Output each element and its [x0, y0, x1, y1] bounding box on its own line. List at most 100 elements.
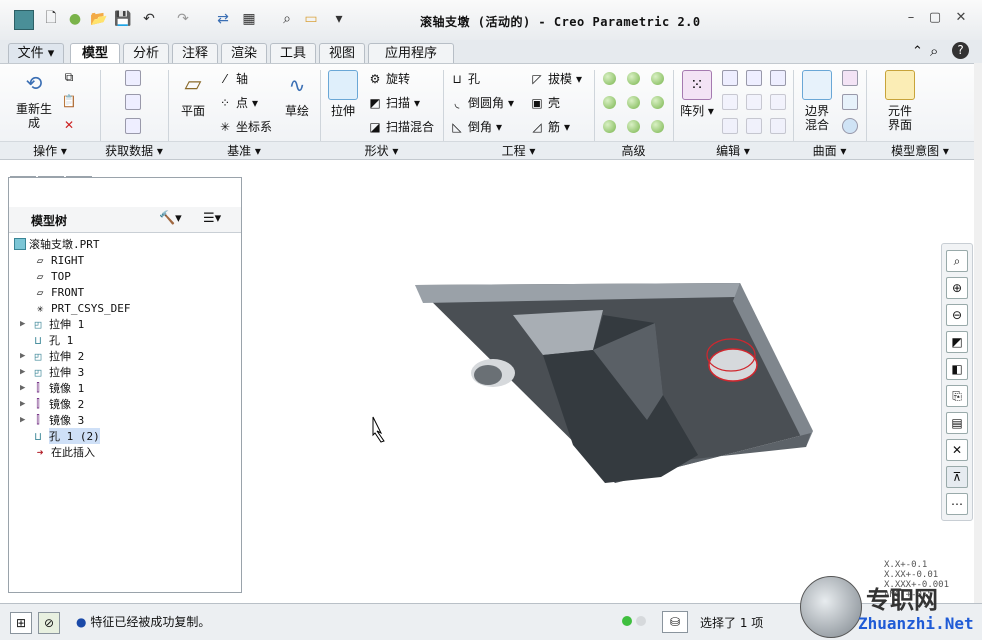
boundary-blend-button[interactable]: 边界混合 [800, 70, 834, 132]
freestyle-icon[interactable] [842, 94, 858, 110]
tree-item[interactable]: ▶ ◰ 拉伸 3 [20, 364, 84, 380]
selection-filter-icon[interactable]: ⛁ [662, 611, 688, 633]
close-button[interactable]: ✕ [952, 10, 970, 26]
3d-model-view[interactable] [243, 165, 939, 603]
expand-icon[interactable]: ▶ [20, 399, 30, 409]
group-operations[interactable]: 操作 ▾ [0, 141, 100, 159]
point-button[interactable]: ⁘ 点 ▾ [218, 94, 258, 111]
shrinkwrap-icon[interactable] [125, 94, 141, 110]
sphere-icon[interactable] [842, 118, 858, 134]
tree-item[interactable]: 滚轴支墩.PRT [14, 236, 100, 252]
tree-item[interactable]: ✳ PRT_CSYS_DEF [32, 300, 131, 316]
tab-view[interactable]: 视图 [319, 43, 365, 64]
rib-button[interactable]: ◿ 筋 ▾ [530, 118, 570, 135]
csys-button[interactable]: ✳ 坐标系 [218, 118, 272, 135]
group-engineering[interactable]: 工程 ▾ [443, 141, 594, 159]
thicken-icon[interactable] [746, 118, 762, 134]
refit-icon[interactable]: ⌕ [946, 250, 968, 272]
shell-button[interactable]: ▣ 壳 [530, 94, 560, 111]
mirror-icon[interactable] [722, 70, 738, 86]
advanced-feature-icon[interactable] [603, 120, 616, 133]
find-icon[interactable]: ⌕ [278, 10, 296, 28]
tree-item[interactable]: ▶ ⫿ 镜像 1 [20, 380, 84, 396]
annotation-display-icon[interactable]: ⊼ [946, 466, 968, 488]
save-icon[interactable]: 💾 [114, 10, 132, 28]
undo-icon[interactable]: ↶ [140, 10, 158, 28]
tree-item[interactable]: ▱ FRONT [32, 284, 84, 300]
axis-button[interactable]: ⁄ 轴 [218, 70, 248, 87]
tree-item[interactable]: ▶ ◰ 拉伸 2 [20, 348, 84, 364]
tree-item[interactable]: ▶ ◰ 拉伸 1 [20, 316, 84, 332]
tree-item[interactable]: ▶ ⫿ 镜像 2 [20, 396, 84, 412]
copy-icon[interactable]: ⧉ [62, 70, 76, 84]
extend-icon[interactable] [746, 70, 762, 86]
extrude-button[interactable]: 拉伸 [326, 70, 360, 118]
advanced-feature-icon[interactable] [627, 120, 640, 133]
zoom-in-icon[interactable]: ⊕ [946, 277, 968, 299]
maximize-button[interactable]: ▢ [926, 10, 944, 26]
new-file-icon[interactable]: 🗋 [42, 10, 60, 28]
sketch-button[interactable]: ∿ 草绘 [280, 70, 314, 118]
revolve-button[interactable]: ⚙ 旋转 [368, 70, 410, 87]
tree-item-selected[interactable]: ⊔ 孔 1 (2) [30, 428, 100, 444]
tree-item[interactable]: ➜ 在此插入 [32, 444, 95, 460]
spin-center-icon[interactable]: ⋯ [946, 493, 968, 515]
tab-tools[interactable]: 工具 [270, 43, 316, 64]
zoom-out-icon[interactable]: ⊖ [946, 304, 968, 326]
datum-display-icon[interactable]: ✕ [946, 439, 968, 461]
advanced-feature-icon[interactable] [651, 72, 664, 85]
customize-qa-icon[interactable]: ▾ [330, 10, 348, 28]
advanced-feature-icon[interactable] [603, 72, 616, 85]
group-datum[interactable]: 基准 ▾ [168, 141, 320, 159]
view-manager-icon[interactable]: ▤ [946, 412, 968, 434]
group-shapes[interactable]: 形状 ▾ [320, 141, 443, 159]
round-button[interactable]: ◟ 倒圆角 ▾ [450, 94, 514, 111]
collapse-ribbon-icon[interactable]: ⌃ [912, 44, 923, 59]
offset-icon[interactable] [770, 70, 786, 86]
tree-item[interactable]: ▶ ⫿ 镜像 3 [20, 412, 84, 428]
advanced-feature-icon[interactable] [651, 96, 664, 109]
advanced-feature-icon[interactable] [651, 120, 664, 133]
tree-settings-icon[interactable]: ☰▾ [203, 211, 221, 226]
expand-icon[interactable]: ▶ [20, 351, 30, 361]
copy-geometry-icon[interactable] [125, 70, 141, 86]
expand-icon[interactable]: ▶ [20, 319, 30, 329]
tree-tools-icon[interactable]: 🔨▾ [159, 211, 182, 226]
plane-button[interactable]: ▱ 平面 [176, 70, 210, 119]
advanced-feature-icon[interactable] [627, 72, 640, 85]
tab-render[interactable]: 渲染 [221, 43, 267, 64]
expand-icon[interactable]: ▶ [20, 367, 30, 377]
chamfer-button[interactable]: ◺ 倒角 ▾ [450, 118, 502, 135]
expand-icon[interactable]: ▶ [20, 383, 30, 393]
group-surfaces[interactable]: 曲面 ▾ [793, 141, 866, 159]
graphics-window[interactable] [243, 165, 939, 603]
paste-icon[interactable]: 📋 [62, 94, 77, 108]
display-style-icon[interactable]: ◧ [946, 358, 968, 380]
tab-file[interactable]: 文件 ▾ [8, 43, 64, 64]
intersect-icon[interactable] [746, 94, 762, 110]
trim-icon[interactable] [722, 94, 738, 110]
style-icon[interactable] [842, 70, 858, 86]
regenerate-icon[interactable]: ⇄ [214, 10, 232, 28]
draft-button[interactable]: ◸ 拔模 ▾ [530, 70, 582, 87]
windows-icon[interactable]: ▦ [240, 10, 258, 28]
sweep-button[interactable]: ◩ 扫描 ▾ [368, 94, 420, 111]
fill-icon[interactable] [770, 94, 786, 110]
group-advanced[interactable]: 高级 [594, 141, 673, 159]
regenerate-button[interactable]: ⟲ 重新生成 [12, 68, 56, 130]
swept-blend-button[interactable]: ◪ 扫描混合 [368, 118, 434, 135]
solidify-icon[interactable] [770, 118, 786, 134]
hole-button[interactable]: ⊔ 孔 [450, 70, 480, 87]
open-session-icon[interactable]: ● [66, 10, 84, 28]
advanced-feature-icon[interactable] [603, 96, 616, 109]
redo-icon[interactable]: ↷ [174, 10, 192, 28]
delete-icon[interactable]: ✕ [62, 118, 76, 132]
minimize-button[interactable]: – [902, 10, 920, 26]
tree-item[interactable]: ▱ RIGHT [32, 252, 84, 268]
repaint-icon[interactable]: ◩ [946, 331, 968, 353]
saved-views-icon[interactable]: ⎘ [946, 385, 968, 407]
merge-icon[interactable] [125, 118, 141, 134]
group-model-intent[interactable]: 模型意图 ▾ [866, 141, 974, 159]
select-icon[interactable]: ▭ [302, 10, 320, 28]
component-interface-button[interactable]: 元件界面 [878, 70, 922, 132]
